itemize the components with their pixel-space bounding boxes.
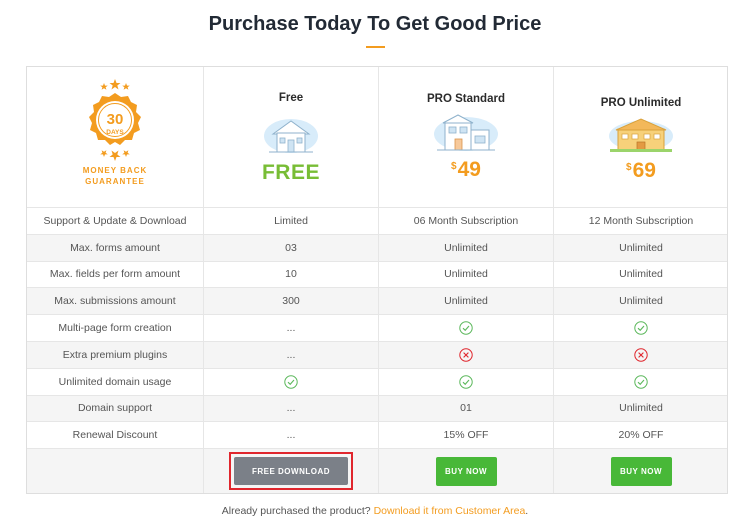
price-standard: $ 49 bbox=[451, 158, 481, 182]
plan-unlimited-header: PRO Unlimited $ 69 bbox=[553, 67, 728, 207]
house-medium-icon bbox=[434, 114, 498, 151]
feature-label: Max. submissions amount bbox=[54, 295, 176, 308]
feature-row: Max. fields per form amount 10 Unlimited… bbox=[27, 260, 728, 288]
feature-label: Renewal Discount bbox=[72, 429, 158, 442]
feature-value-free: 10 bbox=[203, 261, 378, 288]
feature-label: Domain support bbox=[77, 402, 153, 415]
feature-value-unlimited bbox=[553, 315, 728, 341]
feature-row: Max. forms amount 03 Unlimited Unlimited bbox=[27, 233, 728, 261]
check-circle-icon bbox=[459, 374, 473, 389]
feature-value-free: ... bbox=[203, 422, 378, 449]
house-large-icon bbox=[609, 118, 673, 152]
feature-value-free: ... bbox=[203, 315, 378, 341]
feature-row: Extra premium plugins ... bbox=[27, 340, 728, 368]
price-value-standard: 49 bbox=[457, 158, 481, 181]
title-underline bbox=[366, 46, 385, 48]
badge-caption-line1: MONEY BACK bbox=[82, 166, 148, 175]
feature-value-unlimited bbox=[553, 368, 728, 395]
feature-value-unlimited: Unlimited bbox=[553, 234, 728, 261]
customer-area-link[interactable]: Download it from Customer Area bbox=[374, 505, 526, 517]
feature-value-standard bbox=[378, 315, 553, 341]
check-circle-icon bbox=[634, 321, 648, 335]
badge-unit: DAYS bbox=[106, 129, 124, 136]
feature-label: Unlimited domain usage bbox=[58, 375, 172, 388]
footer-end: . bbox=[525, 505, 529, 517]
x-circle-icon bbox=[459, 348, 473, 362]
x-circle-icon bbox=[634, 348, 648, 362]
plan-free-header: Free FREE bbox=[203, 67, 378, 207]
feature-label: Support & Update & Download bbox=[43, 214, 187, 227]
currency-standard: $ bbox=[451, 161, 457, 172]
feature-row: Unlimited domain usage bbox=[27, 367, 728, 395]
check-circle-icon bbox=[459, 321, 473, 335]
action-row: FREE DOWNLOAD BUY NOW BUY NOW bbox=[27, 448, 728, 494]
feature-value-free: ... bbox=[203, 395, 378, 422]
feature-value-unlimited: Unlimited bbox=[553, 261, 728, 288]
feature-value-standard bbox=[378, 341, 553, 368]
money-back-badge-cell: 30 DAYS MONEY BACK GUARANTEE bbox=[27, 67, 203, 207]
feature-value-unlimited: 12 Month Subscription bbox=[553, 208, 728, 234]
feature-value-standard: Unlimited bbox=[378, 261, 553, 288]
feature-value-unlimited bbox=[553, 341, 728, 368]
buy-now-unlimited-button[interactable]: BUY NOW bbox=[610, 456, 672, 486]
pricing-table: 30 DAYS MONEY BACK GUARANTEE Free FREE P… bbox=[26, 66, 728, 495]
feature-value-standard: 06 Month Subscription bbox=[378, 208, 553, 234]
price-unlimited: $ 69 bbox=[626, 159, 656, 183]
action-free-cell: FREE DOWNLOAD bbox=[203, 449, 378, 494]
price-free: FREE bbox=[261, 161, 320, 184]
pricing-header-row: 30 DAYS MONEY BACK GUARANTEE Free FREE P… bbox=[27, 67, 727, 207]
footer-note: Already purchased the product? Download … bbox=[0, 505, 750, 517]
feature-value-standard: 15% OFF bbox=[378, 422, 553, 449]
badge-seal-icon: 30 DAYS bbox=[89, 79, 141, 161]
house-small-icon bbox=[264, 119, 318, 153]
feature-row: Domain support ... 01 Unlimited bbox=[27, 394, 728, 422]
plan-standard-header: PRO Standard $ 49 bbox=[378, 67, 553, 207]
money-back-badge: 30 DAYS MONEY BACK GUARANTEE bbox=[83, 79, 148, 187]
action-unlimited-cell: BUY NOW bbox=[553, 449, 728, 494]
badge-caption: MONEY BACK GUARANTEE bbox=[83, 165, 148, 187]
plan-name-standard: PRO Standard bbox=[427, 93, 505, 105]
action-standard-cell: BUY NOW bbox=[378, 449, 553, 494]
footer-text: Already purchased the product? bbox=[221, 505, 371, 517]
feature-value-free: 300 bbox=[203, 288, 378, 315]
feature-row: Multi-page form creation ... bbox=[27, 314, 727, 341]
feature-row: Renewal Discount ... 15% OFF 20% OFF bbox=[27, 421, 728, 449]
free-download-button[interactable]: FREE DOWNLOAD bbox=[234, 457, 348, 486]
buy-now-standard-button[interactable]: BUY NOW bbox=[435, 456, 497, 486]
feature-row: Support & Update & Download Limited 06 M… bbox=[27, 207, 727, 234]
feature-value-free bbox=[203, 368, 378, 395]
badge-caption-line2: GUARANTEE bbox=[85, 177, 145, 186]
feature-label: Max. fields per form amount bbox=[49, 268, 181, 281]
feature-value-unlimited: 20% OFF bbox=[553, 422, 728, 449]
feature-value-unlimited: Unlimited bbox=[553, 395, 728, 422]
feature-label: Max. forms amount bbox=[70, 241, 160, 254]
feature-value-free: Limited bbox=[203, 208, 378, 234]
feature-label: Extra premium plugins bbox=[62, 348, 168, 361]
feature-value-standard: 01 bbox=[378, 395, 553, 422]
price-value-unlimited: 69 bbox=[632, 159, 656, 182]
feature-value-standard: Unlimited bbox=[378, 288, 553, 315]
check-circle-icon bbox=[634, 374, 648, 389]
action-empty-cell bbox=[27, 449, 203, 493]
plan-name-free: Free bbox=[278, 92, 304, 104]
feature-value-free: 03 bbox=[203, 234, 378, 261]
page-title: Purchase Today To Get Good Price bbox=[208, 13, 542, 35]
feature-value-standard bbox=[378, 368, 553, 395]
badge-number: 30 bbox=[107, 111, 124, 128]
highlight-outline: FREE DOWNLOAD bbox=[229, 452, 353, 491]
plan-name-unlimited: PRO Unlimited bbox=[600, 97, 682, 109]
feature-label: Multi-page form creation bbox=[58, 322, 172, 335]
feature-row: Max. submissions amount 300 Unlimited Un… bbox=[27, 287, 728, 315]
currency-unlimited: $ bbox=[626, 162, 632, 173]
feature-value-standard: Unlimited bbox=[378, 234, 553, 261]
feature-value-unlimited: Unlimited bbox=[553, 288, 728, 315]
feature-value-free: ... bbox=[203, 341, 378, 368]
check-circle-icon bbox=[284, 374, 298, 389]
